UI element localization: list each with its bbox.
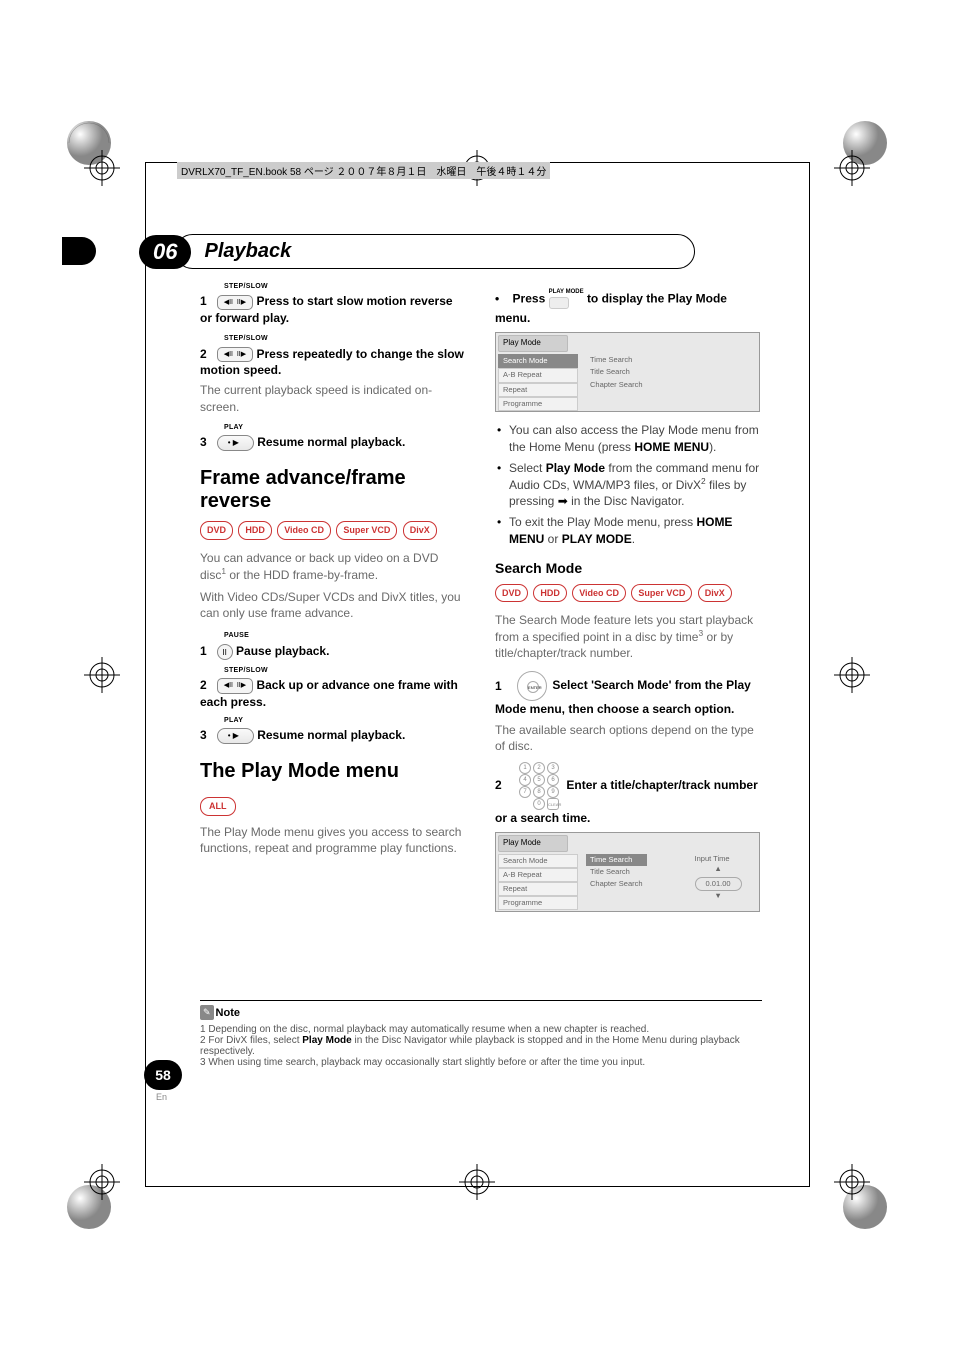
badge: Super VCD — [336, 521, 397, 539]
list-item: You can also access the Play Mode menu f… — [495, 422, 762, 454]
badge: HDD — [238, 521, 272, 539]
play-mode-menu-screenshot: Play Mode Search Mode A-B Repeat Repeat … — [495, 332, 760, 412]
list-item: To exit the Play Mode menu, press HOME M… — [495, 514, 762, 546]
document-slug: DVRLX70_TF_EN.book 58 ページ ２００７年８月１日 水曜日 … — [177, 162, 550, 179]
chapter-header: 06 Playback — [129, 234, 695, 269]
menu-item: Repeat — [498, 882, 578, 896]
number-keypad-icon: 123 456 789 0CLEAR — [519, 762, 559, 810]
bullet-list: You can also access the Play Mode menu f… — [495, 422, 762, 546]
footnote: 2 For DivX files, select Play Mode in th… — [200, 1035, 762, 1057]
button-caption: STEP/SLOW — [224, 334, 467, 343]
button-caption: PLAY MODE — [549, 288, 584, 296]
registration-mark — [84, 150, 120, 186]
play-button-icon: • ▶ — [217, 435, 254, 452]
pause-button-icon: II — [217, 644, 233, 660]
button-caption: PAUSE — [224, 631, 467, 640]
section-heading: The Play Mode menu — [200, 760, 467, 783]
subsection-heading: Search Mode — [495, 559, 762, 578]
media-badges: DVD HDD Video CD Super VCD DivX — [200, 521, 467, 539]
body-text: The available search options depend on t… — [495, 722, 762, 754]
menu-item: A-B Repeat — [498, 368, 578, 382]
registration-mark — [834, 657, 870, 693]
chapter-tab — [62, 237, 96, 265]
menu-option: Title Search — [586, 366, 647, 378]
badge: DVD — [495, 584, 528, 602]
menu-option: Chapter Search — [586, 878, 647, 890]
button-caption: STEP/SLOW — [224, 666, 467, 675]
menu-option: Time Search — [586, 854, 647, 866]
registration-mark — [84, 1164, 120, 1200]
badge: Video CD — [572, 584, 626, 602]
button-caption: PLAY — [224, 716, 467, 725]
body-text: The current playback speed is indicated … — [200, 382, 467, 414]
chapter-number: 06 — [139, 235, 191, 269]
badge: Video CD — [277, 521, 331, 539]
menu-option: Chapter Search — [586, 379, 647, 391]
play-mode-button-icon — [549, 297, 569, 309]
chapter-title: Playback — [175, 234, 695, 269]
button-caption: PLAY — [224, 423, 467, 432]
registration-mark — [834, 1164, 870, 1200]
menu-item: Programme — [498, 397, 578, 411]
menu-item: Programme — [498, 896, 578, 910]
registration-mark — [834, 150, 870, 186]
button-caption: STEP/SLOW — [224, 282, 467, 291]
left-column: STEP/SLOW 1◀II II▶ Press to start slow m… — [200, 282, 467, 922]
step-slow-button-icon: ◀II II▶ — [217, 295, 253, 310]
body-text: The Play Mode menu gives you access to s… — [200, 824, 467, 856]
body-text: You can advance or back up video on a DV… — [200, 550, 467, 583]
all-badge: ALL — [200, 797, 236, 815]
input-label: Input Time — [695, 854, 742, 864]
body-text: The Search Mode feature lets you start p… — [495, 612, 762, 662]
body-text: With Video CDs/Super VCDs and DivX title… — [200, 589, 467, 621]
footnote: 1 Depending on the disc, normal playback… — [200, 1024, 762, 1035]
menu-option: Time Search — [586, 354, 647, 366]
enter-ring-icon: ENTER — [517, 671, 547, 701]
menu-item: A-B Repeat — [498, 868, 578, 882]
badge: Super VCD — [631, 584, 692, 602]
language-label: En — [156, 1092, 167, 1102]
badge: DVD — [200, 521, 233, 539]
step-slow-button-icon: ◀II II▶ — [217, 347, 253, 362]
badge: DivX — [403, 521, 437, 539]
play-mode-menu-screenshot: Play Mode Search Mode A-B Repeat Repeat … — [495, 832, 760, 912]
note-section: ✎Note 1 Depending on the disc, normal pl… — [200, 1000, 762, 1068]
section-heading: Frame advance/frame reverse — [200, 467, 467, 513]
time-input: 0.01.00 — [695, 877, 742, 891]
play-button-icon: • ▶ — [217, 728, 254, 745]
list-item: Select Play Mode from the command menu f… — [495, 460, 762, 510]
page-number: 58 — [144, 1060, 182, 1090]
step-slow-button-icon: ◀II II▶ — [217, 678, 253, 693]
note-icon: ✎ — [200, 1005, 214, 1020]
menu-item: Repeat — [498, 383, 578, 397]
menu-option: Title Search — [586, 866, 647, 878]
footnote: 3 When using time search, playback may o… — [200, 1057, 762, 1068]
badge: HDD — [533, 584, 567, 602]
media-badges: DVD HDD Video CD Super VCD DivX — [495, 584, 762, 602]
badge: DivX — [698, 584, 732, 602]
menu-item: Search Mode — [498, 854, 578, 868]
registration-mark — [84, 657, 120, 693]
right-column: • Press PLAY MODE to display the Play Mo… — [495, 282, 762, 922]
menu-item: Search Mode — [498, 354, 578, 368]
